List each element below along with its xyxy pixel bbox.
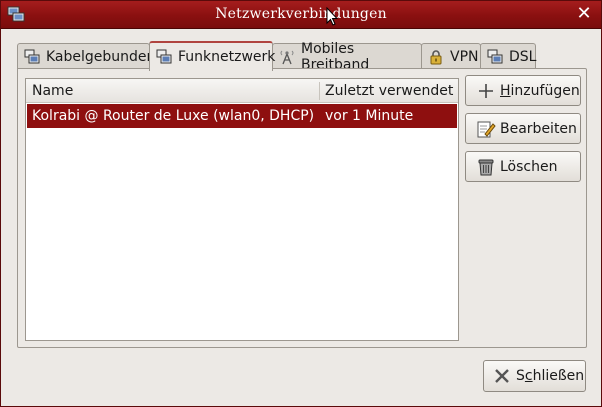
plus-icon — [479, 83, 493, 98]
tab-panel: Name Zuletzt verwendet Kolrabi @ Router … — [17, 68, 587, 348]
delete-button-label: Löschen — [500, 158, 558, 175]
connection-last-used: vor 1 Minute — [325, 108, 414, 124]
add-button-label: Hinzufügen — [500, 82, 580, 99]
list-item[interactable]: Kolrabi @ Router de Luxe (wlan0, DHCP) v… — [27, 104, 457, 128]
mobile-broadband-icon — [280, 50, 294, 64]
column-header-last-used[interactable]: Zuletzt verwendet — [325, 83, 453, 99]
wired-network-icon — [24, 49, 40, 63]
tab-mobiles-breitband[interactable]: Mobiles Breitband — [272, 41, 422, 73]
vpn-lock-icon — [430, 49, 442, 64]
trash-icon — [478, 159, 494, 175]
add-button[interactable]: Hinzufügen — [465, 75, 581, 106]
column-header-name[interactable]: Name — [32, 83, 73, 99]
close-button[interactable]: Schließen — [483, 360, 586, 392]
close-button-label: Schließen — [516, 368, 585, 384]
close-icon[interactable]: ✕ — [575, 5, 593, 23]
edit-button[interactable]: Bearbeiten — [465, 113, 581, 144]
dsl-network-icon — [487, 49, 503, 63]
delete-button[interactable]: Löschen — [465, 151, 581, 182]
mouse-cursor-icon — [326, 7, 338, 26]
connections-list[interactable]: Name Zuletzt verwendet Kolrabi @ Router … — [25, 78, 459, 341]
tab-label: VPN — [450, 48, 479, 65]
tab-dsl[interactable]: DSL — [480, 43, 536, 69]
tab-kabelgebunden[interactable]: Kabelgebunden — [17, 43, 155, 69]
tab-label: DSL — [509, 48, 537, 65]
edit-document-icon — [477, 121, 496, 137]
connection-name: Kolrabi @ Router de Luxe (wlan0, DHCP) — [32, 108, 315, 124]
tab-vpn[interactable]: VPN — [421, 43, 481, 69]
tab-label: Funknetzwerk — [178, 49, 276, 65]
tab-funknetzwerk[interactable]: Funknetzwerk — [149, 41, 276, 71]
tab-label: Kabelgebunden — [46, 48, 156, 65]
title-bar[interactable]: Netzwerkverbindungen ✕ — [1, 1, 601, 29]
network-connections-dialog: Netzwerkverbindungen ✕ Kabelgebunden Fun… — [0, 0, 602, 407]
edit-button-label: Bearbeiten — [500, 120, 577, 137]
close-icon — [495, 369, 509, 383]
list-header: Name Zuletzt verwendet — [26, 79, 458, 103]
column-separator — [319, 82, 320, 100]
window-title: Netzwerkverbindungen — [215, 6, 387, 22]
wireless-network-icon — [156, 49, 172, 64]
